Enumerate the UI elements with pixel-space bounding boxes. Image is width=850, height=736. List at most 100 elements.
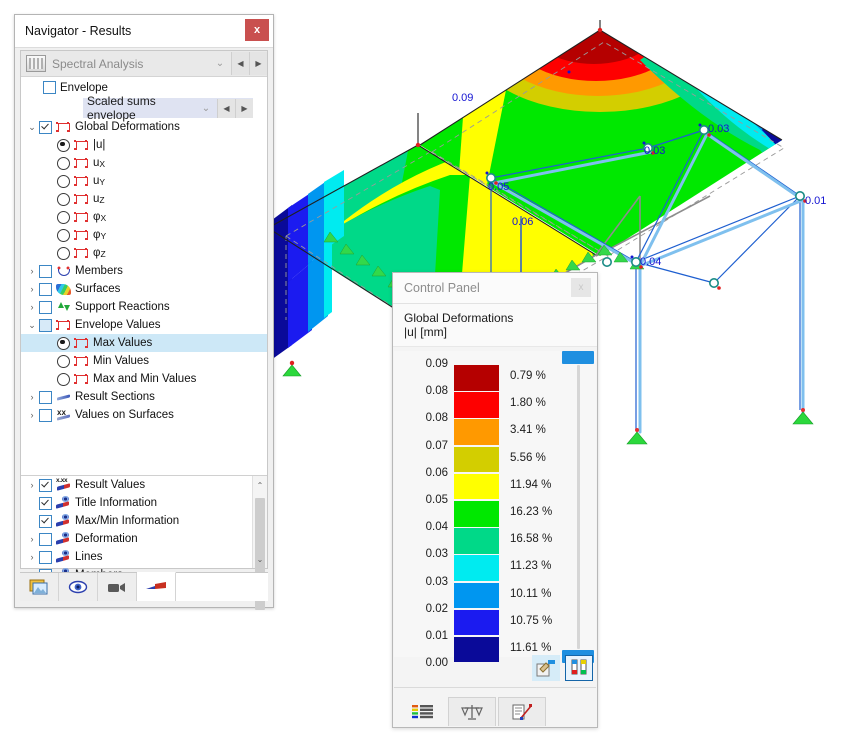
tree2-row-title-information[interactable]: Title Information <box>21 494 267 512</box>
radio[interactable] <box>57 138 70 152</box>
tab-color-scale[interactable] <box>400 698 446 726</box>
navigator-results-window[interactable]: Navigator - Results x Spectral Analysis … <box>14 14 274 610</box>
tree2-row-max-min-information[interactable]: Max/Min Information <box>21 512 267 530</box>
radio[interactable] <box>57 228 70 242</box>
scroll-up-icon[interactable]: ⌃ <box>253 478 267 492</box>
envelope-combo[interactable]: Scaled sums envelope ⌄ ◀ ▶ <box>83 94 253 122</box>
tree-row-global-deformations[interactable]: ⌄ Global Deformations <box>21 118 267 136</box>
radio[interactable] <box>57 174 70 188</box>
chevron-right-icon[interactable]: › <box>25 392 39 402</box>
tree2-row-lines[interactable]: › Lines <box>21 548 267 566</box>
checkbox[interactable] <box>39 300 52 314</box>
navigator-tab-bar[interactable] <box>20 572 268 601</box>
radio[interactable] <box>57 336 70 350</box>
checkbox[interactable] <box>39 318 52 332</box>
radio[interactable] <box>57 192 70 206</box>
legend-swatch[interactable] <box>454 528 499 554</box>
tree-row-max-values[interactable]: Max Values <box>21 334 267 352</box>
legend-swatch[interactable] <box>454 582 499 609</box>
envelope-checkbox[interactable] <box>43 81 56 94</box>
chevron-right-icon[interactable]: › <box>25 266 39 276</box>
control-panel-window[interactable]: Control Panel x Global Deformations |u| … <box>392 272 598 728</box>
radio[interactable] <box>57 354 70 368</box>
checkbox[interactable] <box>39 264 52 278</box>
prev-button[interactable]: ◀ <box>231 52 249 75</box>
tree-row-surfaces[interactable]: › Surfaces <box>21 280 267 298</box>
tab-results-navigator[interactable] <box>137 572 176 601</box>
legend-swatch[interactable] <box>454 365 499 391</box>
close-icon[interactable]: x <box>245 19 269 41</box>
scroll-down-icon[interactable]: ⌄ <box>253 552 267 566</box>
color-bars-icon <box>412 705 433 719</box>
chevron-down-icon[interactable]: ⌄ <box>25 122 39 133</box>
legend-swatch[interactable] <box>454 555 499 581</box>
tree-row-support-reactions[interactable]: › Support Reactions <box>21 298 267 316</box>
color-legend[interactable]: 0.09 0.79 % 0.08 1.80 % 0.08 3.41 % 0.07 <box>394 351 596 669</box>
tree-label: Result Values <box>75 479 146 491</box>
legend-swatch[interactable] <box>454 609 499 636</box>
tree-row-members[interactable]: › Members <box>21 262 267 280</box>
tree-row-ux[interactable]: uX <box>21 154 267 172</box>
tree-row-phiy[interactable]: φY <box>21 226 267 244</box>
checkbox[interactable] <box>39 478 52 492</box>
legend-swatch[interactable] <box>454 419 499 445</box>
radio[interactable] <box>57 156 70 170</box>
tab-views-navigator[interactable] <box>98 573 137 601</box>
legend-swatch[interactable] <box>454 392 499 418</box>
display-tree-pane[interactable]: › Result Values Title Information Max/Mi… <box>21 475 267 610</box>
checkbox[interactable] <box>39 550 52 564</box>
chevron-right-icon[interactable]: › <box>25 284 39 294</box>
tree-row-uz[interactable]: uZ <box>21 190 267 208</box>
tab-display-properties[interactable] <box>498 697 546 726</box>
tree-row-values-on-surfaces[interactable]: › Values on Surfaces <box>21 406 267 424</box>
checkbox[interactable] <box>39 532 52 546</box>
radio[interactable] <box>57 210 70 224</box>
tree-row-phix[interactable]: φX <box>21 208 267 226</box>
tree-row-result-sections[interactable]: › Result Sections <box>21 388 267 406</box>
legend-heading-line1: Global Deformations <box>404 311 514 325</box>
legend-swatch[interactable] <box>454 500 499 527</box>
chevron-right-icon[interactable]: › <box>25 480 39 490</box>
paint-edit-button[interactable] <box>532 655 560 681</box>
chevron-down-icon[interactable]: ⌄ <box>195 103 217 114</box>
checkbox[interactable] <box>39 496 52 510</box>
chevron-right-icon[interactable]: › <box>25 552 39 562</box>
tab-display-navigator[interactable] <box>59 573 98 601</box>
tab-project-navigator[interactable] <box>20 573 59 601</box>
control-panel-tab-bar[interactable] <box>394 687 596 726</box>
chevron-right-icon[interactable]: › <box>25 410 39 420</box>
tree-row-min-values[interactable]: Min Values <box>21 352 267 370</box>
checkbox[interactable] <box>39 514 52 528</box>
analysis-type-combo[interactable]: Spectral Analysis ⌄ ◀ ▶ <box>21 51 267 77</box>
prev-button[interactable]: ◀ <box>217 98 235 118</box>
tab-factors[interactable] <box>448 697 496 726</box>
tree-row-phiz[interactable]: φZ <box>21 244 267 262</box>
next-button[interactable]: ▶ <box>249 52 267 75</box>
chevron-down-icon[interactable]: ⌄ <box>209 58 231 69</box>
slider-max-handle[interactable] <box>562 351 594 364</box>
tree-row-uy[interactable]: uY <box>21 172 267 190</box>
checkbox[interactable] <box>39 120 52 134</box>
chevron-down-icon[interactable]: ⌄ <box>25 320 39 331</box>
next-button[interactable]: ▶ <box>235 98 253 118</box>
vertical-scrollbar[interactable]: ⌃ ⌄ <box>252 476 267 610</box>
chevron-right-icon[interactable]: › <box>25 534 39 544</box>
checkbox[interactable] <box>39 282 52 296</box>
legend-range-slider[interactable] <box>562 351 594 663</box>
tree-row-u-abs[interactable]: |u| <box>21 136 267 154</box>
tree2-row-deformation[interactable]: › Deformation <box>21 530 267 548</box>
chevron-right-icon[interactable]: › <box>25 302 39 312</box>
tree-row-max-and-min-values[interactable]: Max and Min Values <box>21 370 267 388</box>
checkbox[interactable] <box>39 390 52 404</box>
color-scale-button[interactable] <box>565 655 593 681</box>
close-icon[interactable]: x <box>571 278 591 297</box>
control-panel-tool-buttons[interactable] <box>532 655 593 681</box>
legend-swatch[interactable] <box>454 636 499 663</box>
radio[interactable] <box>57 246 70 260</box>
legend-swatch[interactable] <box>454 473 499 500</box>
legend-swatch[interactable] <box>454 446 499 473</box>
checkbox[interactable] <box>39 408 52 422</box>
tree-row-envelope-values[interactable]: ⌄ Envelope Values <box>21 316 267 334</box>
radio[interactable] <box>57 372 70 386</box>
tree2-row-result-values[interactable]: › Result Values <box>21 476 267 494</box>
